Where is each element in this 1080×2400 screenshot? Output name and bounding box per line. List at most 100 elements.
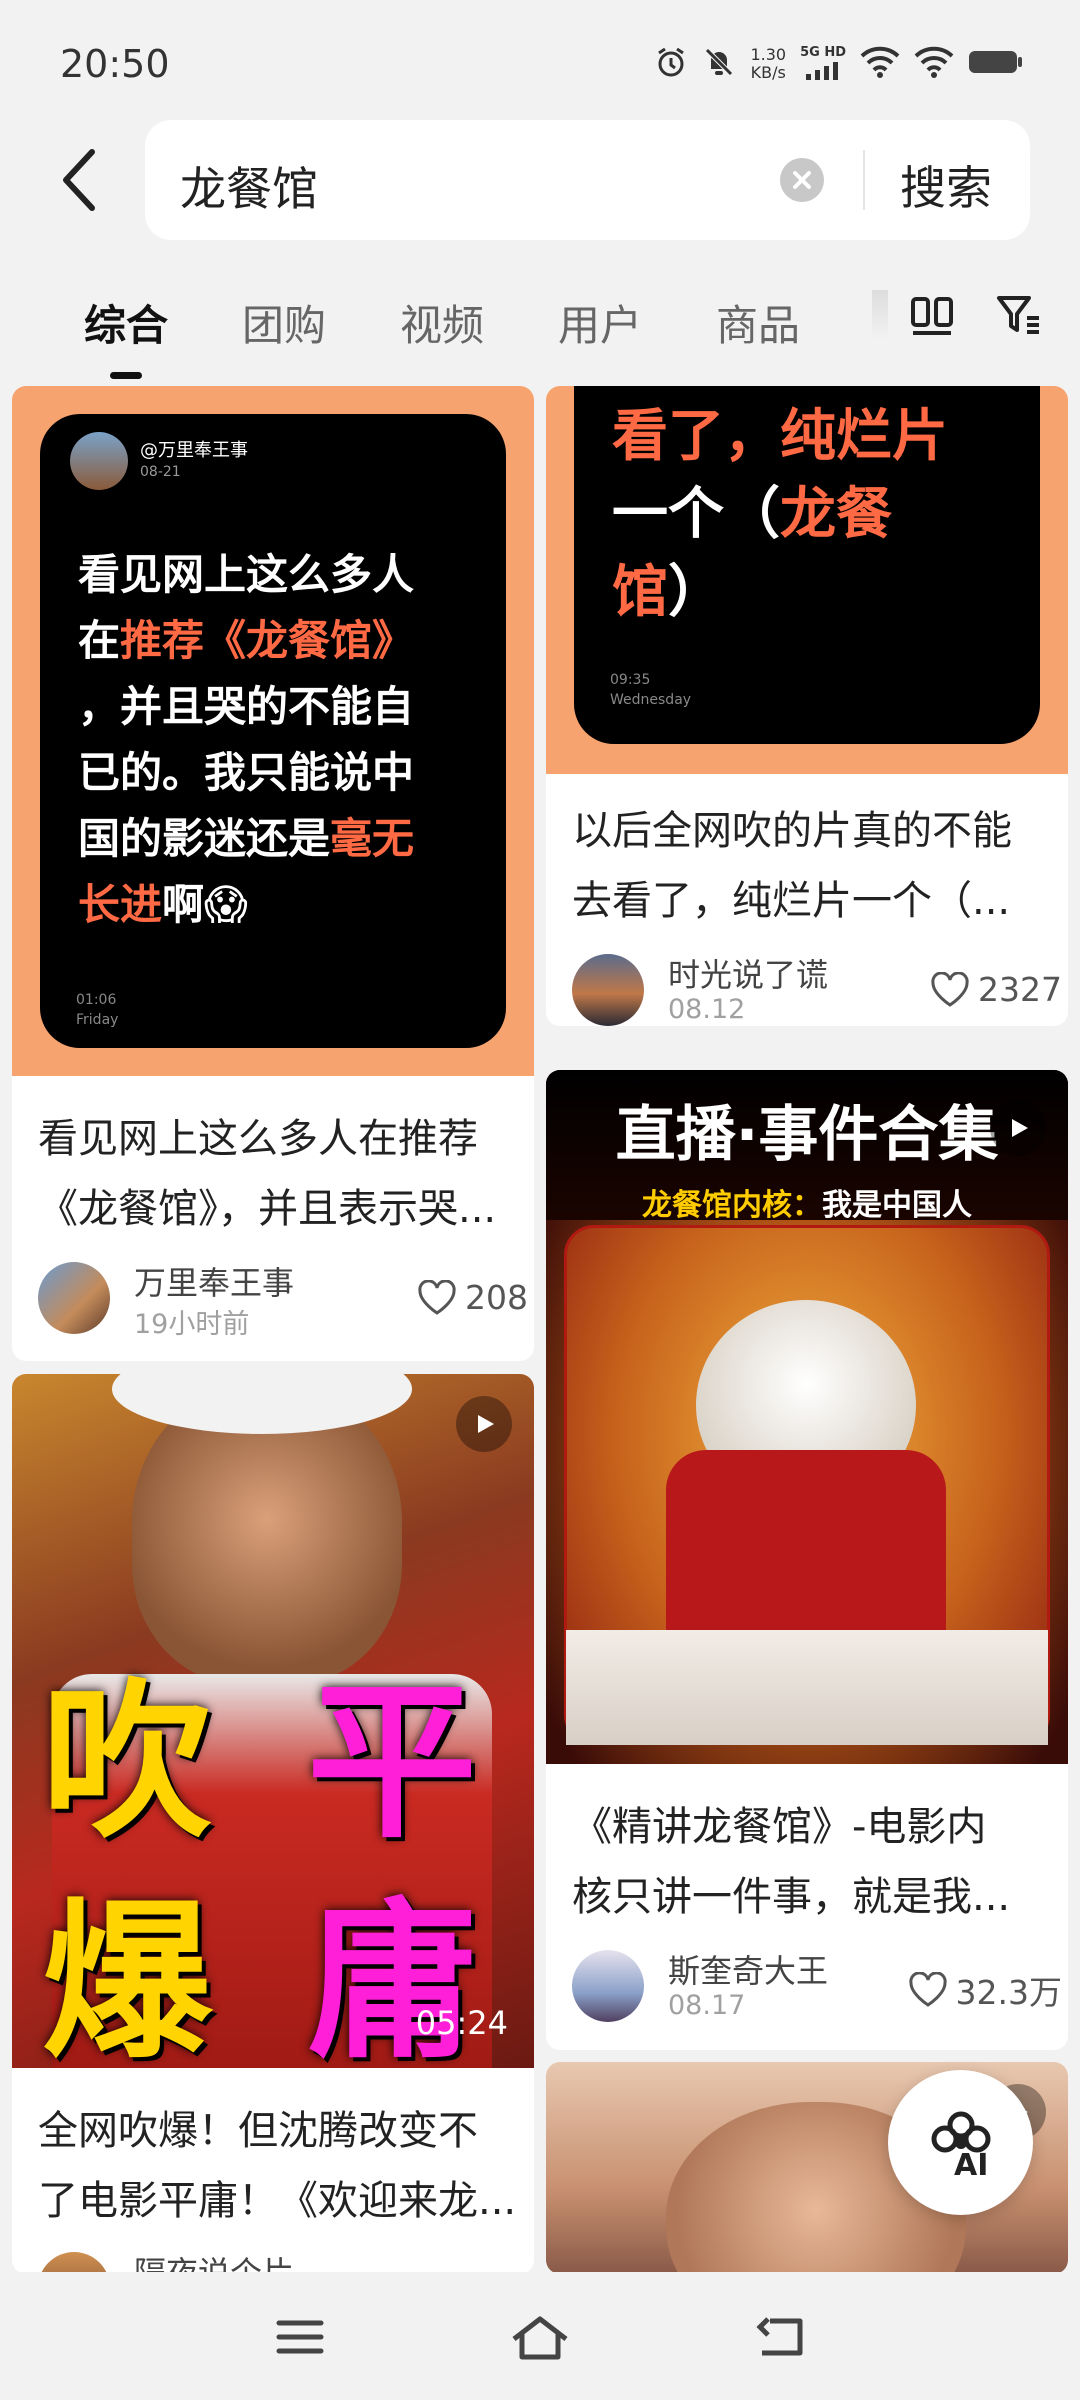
avatar[interactable] (572, 1950, 644, 2022)
post-cover[interactable]: 直播·事件合集 龙餐馆内核：我是中国人 (546, 1070, 1068, 1764)
like-button[interactable]: 2327 (930, 970, 1062, 1009)
back-nav-button[interactable] (745, 2302, 815, 2372)
back-button[interactable] (50, 140, 110, 220)
video-duration: 05:24 (415, 2004, 508, 2042)
cover-line: 看见网上这么多人 (78, 550, 415, 599)
author-name[interactable]: 时光说了谎 (668, 950, 828, 996)
close-icon (793, 171, 811, 189)
wifi-icon-2 (914, 46, 954, 82)
video-play-icon (990, 1100, 1046, 1156)
author-name[interactable]: 斯奎奇大王 (668, 1946, 828, 1992)
post-title: 以后全网吹的片真的不能 去看了，纯烂片一个（... (572, 796, 1052, 936)
cover-line: 看了，纯烂片 (612, 398, 948, 476)
dishes-table (566, 1630, 1048, 1745)
post-title: 看见网上这么多人在推荐 《龙餐馆》，并且表示哭... (38, 1104, 518, 1244)
dual-column-icon (911, 297, 953, 335)
net-speed-unit: KB/s (750, 63, 786, 82)
cover-line-part: 啊😱 (162, 880, 248, 929)
cover-line: ，并且哭的不能自 (78, 682, 415, 731)
post-date: 08.12 (668, 994, 746, 1025)
recent-apps-button[interactable] (265, 2302, 335, 2372)
net-speed-value: 1.30 (750, 45, 787, 64)
avatar[interactable] (38, 1262, 110, 1334)
cover-text: 看了，纯烂片 一个（龙餐 馆） (612, 398, 948, 632)
tab-video[interactable]: 视频 (400, 292, 484, 353)
post-author-row: 万里奉王事 19小时前 208 (38, 1262, 528, 1342)
signal-bars-icon (806, 62, 839, 80)
post-title: 全网吹爆！但沈腾改变不 了电影平庸！《欢迎来龙... (38, 2096, 518, 2236)
post-date: 08.17 (668, 1990, 746, 2021)
post-author-row: 隔夜说个片 (38, 2252, 528, 2274)
search-input[interactable]: 龙餐馆 (180, 153, 318, 219)
cover-highlight: 纯烂片 (780, 404, 948, 469)
cover-line-part: 国的影迷还是 (78, 814, 331, 863)
like-button[interactable]: 208 (417, 1278, 528, 1317)
post-title-line: 以后全网吹的片真的不能 (572, 808, 1012, 854)
cover-handle: @万里奉王事 (140, 440, 248, 461)
like-count: 208 (465, 1278, 528, 1317)
post-author-row: 斯奎奇大王 08.17 32.3万 (572, 1950, 1062, 2030)
net-speed: 1.30 KB/s (750, 46, 786, 82)
cover-highlight: 推荐《龙餐馆》 (120, 616, 415, 665)
cover-highlight: 看了， (612, 404, 780, 469)
post-card[interactable]: 吹 平 爆 庸 05:24 全网吹爆！但沈腾改变不 了电影平庸！《欢迎来龙...… (12, 1374, 534, 2274)
like-button[interactable]: 32.3万 (908, 1966, 1062, 2014)
post-cover[interactable]: @万里奉王事 08-21 看见网上这么多人 在推荐《龙餐馆》 ，并且哭的不能自 … (12, 386, 534, 1076)
tab-all[interactable]: 综合 (84, 292, 168, 353)
cover-highlight: 长进 (78, 880, 163, 929)
heart-icon (908, 1972, 947, 2007)
cover-highlight: 龙餐 (780, 482, 892, 547)
search-button[interactable]: 搜索 (900, 152, 992, 218)
post-card[interactable]: 直播·事件合集 龙餐馆内核：我是中国人 《精讲龙餐馆》-电影内 核只讲一件事，就… (546, 1070, 1068, 2050)
cover-big-text: 平 (307, 1664, 478, 1862)
cover-line-part: 在 (78, 616, 121, 665)
post-title: 《精讲龙餐馆》-电影内 核只讲一件事，就是我... (572, 1792, 1052, 1932)
cover-line: 长进啊😱 (78, 872, 414, 938)
home-button[interactable] (505, 2302, 575, 2372)
cover-line-part: ） (668, 560, 724, 625)
cover-subheading: 龙餐馆内核：我是中国人 (546, 1180, 1068, 1224)
post-author-row: 时光说了谎 08.12 2327 (572, 954, 1062, 1026)
home-icon (512, 2316, 568, 2360)
filter-button[interactable] (995, 292, 1043, 344)
post-title-line: 看见网上这么多人在推荐 (38, 1116, 478, 1162)
cellular-signal: 5G HD (800, 44, 846, 84)
heart-icon (418, 1279, 456, 1315)
tab-users[interactable]: 用户 (558, 292, 642, 353)
search-box[interactable]: 龙餐馆 搜索 (145, 120, 1030, 240)
author-name[interactable]: 万里奉王事 (134, 1258, 294, 1304)
cover-highlight: 毫无 (330, 814, 415, 863)
post-cover[interactable]: 吹 平 爆 庸 05:24 (12, 1374, 534, 2068)
cover-line: 在推荐《龙餐馆》 (78, 608, 414, 674)
post-title-line: 了电影平庸！《欢迎来龙... (38, 2178, 517, 2224)
author-name[interactable]: 隔夜说个片 (134, 2248, 294, 2274)
cover-line-part: 一个（ (612, 482, 780, 547)
avatar[interactable] (38, 2252, 110, 2274)
cover-highlight: 馆 (612, 560, 668, 625)
cover-clock: 01:06 (76, 992, 117, 1008)
tab-products[interactable]: 商品 (716, 292, 800, 353)
signal-label: 5G HD (800, 45, 846, 60)
back-arrow-icon (756, 2317, 803, 2356)
filter-icon (997, 296, 1039, 334)
system-nav-bar (0, 2272, 1080, 2400)
status-bar: 20:50 1.30 KB/s 5G HD (0, 0, 1080, 120)
ai-assistant-button[interactable]: AI (888, 2070, 1033, 2215)
screenshot-frame: @万里奉王事 08-21 看见网上这么多人 在推荐《龙餐馆》 ，并且哭的不能自 … (40, 414, 506, 1048)
post-card[interactable]: 看了，纯烂片 一个（龙餐 馆） 09:35 Wednesday 以后全网吹的片真… (546, 386, 1068, 1026)
tab-group-buy[interactable]: 团购 (242, 292, 326, 353)
heart-icon (931, 971, 969, 1007)
status-icons: 1.30 KB/s 5G HD (654, 44, 1024, 84)
post-date: 19小时前 (134, 1309, 250, 1340)
cover-sub-part: 我是中国人 (822, 1188, 972, 1223)
dual-column-layout-button[interactable] (910, 294, 954, 342)
cover-big-text: 爆 (42, 1884, 213, 2068)
avatar[interactable] (572, 954, 644, 1026)
post-card[interactable]: @万里奉王事 08-21 看见网上这么多人 在推荐《龙餐馆》 ，并且哭的不能自 … (12, 386, 534, 1361)
cover-day: Friday (76, 1012, 119, 1028)
mute-bell-icon (702, 45, 736, 83)
cover-day: Wednesday (610, 692, 692, 708)
post-title-line: 全网吹爆！但沈腾改变不 (38, 2108, 478, 2154)
post-cover[interactable]: 看了，纯烂片 一个（龙餐 馆） 09:35 Wednesday (546, 386, 1068, 774)
clear-search-button[interactable] (780, 158, 824, 202)
